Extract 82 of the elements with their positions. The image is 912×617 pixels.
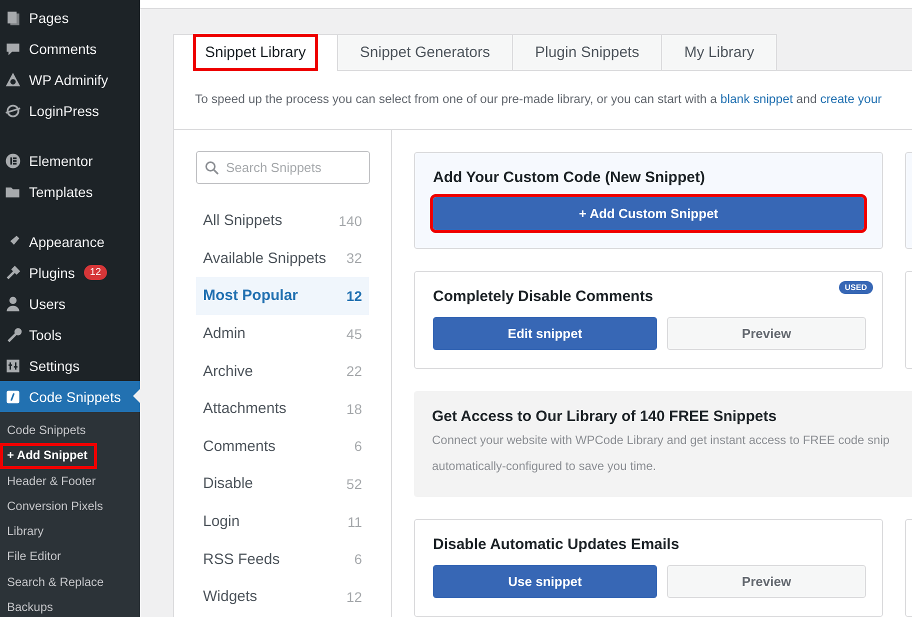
tab[interactable]: Snippet Library (173, 34, 338, 71)
submenu-item[interactable]: Library (0, 519, 44, 544)
category-item[interactable]: Disable 52 (196, 465, 369, 503)
menu-icon (4, 102, 22, 120)
menu-item[interactable]: Appearance (0, 226, 140, 257)
category-count: 6 (354, 438, 362, 454)
category-count: 12 (346, 588, 362, 605)
menu-item[interactable]: WP Adminify (0, 64, 140, 95)
status-badge: USED (838, 281, 873, 294)
category-item[interactable]: Admin 45 (196, 314, 369, 352)
primary-button[interactable]: Edit snippet (433, 317, 657, 350)
category-item[interactable]: Comments 6 (196, 428, 369, 466)
category-label: Most Popular (203, 287, 298, 304)
category-count: 45 (346, 326, 362, 342)
menu-icon (4, 356, 22, 374)
category-count: 6 (354, 551, 362, 568)
menu-item[interactable]: Templates (0, 176, 140, 207)
menu-item[interactable]: Users (0, 288, 140, 319)
menu-icon (4, 264, 22, 282)
category-label: Archive (203, 362, 254, 380)
preview-button[interactable]: Preview (667, 317, 866, 350)
search-icon (205, 161, 219, 175)
category-label: Comments (203, 438, 276, 455)
link[interactable]: blank snippet (720, 92, 793, 106)
menu-item[interactable]: Comments (0, 33, 140, 64)
submenu-item[interactable]: + Add Snippet (0, 443, 97, 469)
category-label: Available Snippets (203, 250, 326, 267)
submenu-item[interactable]: Search & Replace (0, 570, 104, 596)
promo-title: Get Access to Our Library of 140 FREE Snippets (432, 408, 778, 425)
submenu-item[interactable]: Conversion Pixels (0, 494, 104, 520)
category-label: Admin (203, 325, 246, 342)
category-item[interactable]: Login 11 (196, 502, 369, 540)
submenu-item[interactable]: Header & Footer (0, 468, 96, 494)
card-title: Completely Disable Comments (433, 288, 654, 305)
menu-icon (4, 70, 22, 88)
category-count: 52 (346, 476, 362, 492)
category-item[interactable]: Widgets 12 (196, 578, 369, 616)
category-label: Login (203, 513, 240, 530)
category-label: RSS Feeds (203, 550, 280, 568)
category-item[interactable]: Most Popular 12 (196, 277, 369, 315)
tab[interactable]: Plugin Snippets (512, 34, 662, 70)
category-item[interactable]: Available Snippets 32 (196, 240, 369, 278)
submenu-item[interactable]: File Editor (0, 544, 62, 570)
link[interactable]: create your (820, 92, 882, 106)
menu-item[interactable]: Pages (0, 2, 140, 33)
category-item[interactable]: Attachments 18 (196, 390, 369, 428)
submenu-item[interactable]: Backups (0, 595, 54, 617)
menu-item[interactable]: Elementor (0, 145, 140, 176)
category-label: Widgets (203, 588, 258, 606)
submenu-item[interactable]: Code Snippets (0, 418, 86, 444)
add-snippet-button[interactable]: + Add Custom Snippet (433, 197, 864, 230)
category-count: 11 (347, 514, 362, 530)
menu-item[interactable]: Code Snippets (0, 381, 140, 412)
category-label: Attachments (203, 400, 286, 418)
intro-text: To speed up the process you can select from one of our pre-made library, or you can start with a blank snippet and create your (174, 71, 912, 130)
promo-text: automatically-configured to save you time. (432, 458, 658, 475)
tab[interactable]: My Library (661, 34, 778, 70)
category-item[interactable]: All Snippets 140 (196, 202, 369, 240)
count-badge: 12 (84, 265, 108, 280)
category-count: 18 (346, 400, 362, 417)
search-field[interactable]: Search Snippets (196, 151, 370, 184)
menu-icon (4, 294, 22, 312)
menu-item[interactable]: Plugins 12 (0, 257, 140, 288)
category-item[interactable]: RSS Feeds 6 (196, 540, 369, 578)
category-label: All Snippets (203, 212, 282, 230)
menu-icon (4, 152, 22, 170)
menu-item[interactable]: Tools (0, 319, 140, 350)
menu-icon (4, 388, 22, 406)
category-item[interactable]: Archive 22 (196, 352, 369, 390)
preview-button[interactable]: Preview (667, 565, 866, 598)
primary-button[interactable]: Use snippet (433, 565, 657, 598)
tab[interactable]: Snippet Generators (336, 34, 513, 70)
card-title: Add Your Custom Code (New Snippet) (433, 169, 706, 186)
card-title: Disable Automatic Updates Emails (433, 536, 680, 553)
category-count: 32 (346, 250, 362, 266)
menu-item[interactable]: Settings (0, 350, 140, 381)
category-label: Disable (203, 475, 254, 492)
category-count: 22 (346, 363, 362, 380)
menu-item[interactable]: LoginPress (0, 95, 140, 126)
category-count: 140 (338, 212, 362, 229)
category-count: 12 (346, 288, 362, 304)
promo-text: Connect your website with WPCode Library and get instant access to FREE code snip (432, 432, 891, 449)
